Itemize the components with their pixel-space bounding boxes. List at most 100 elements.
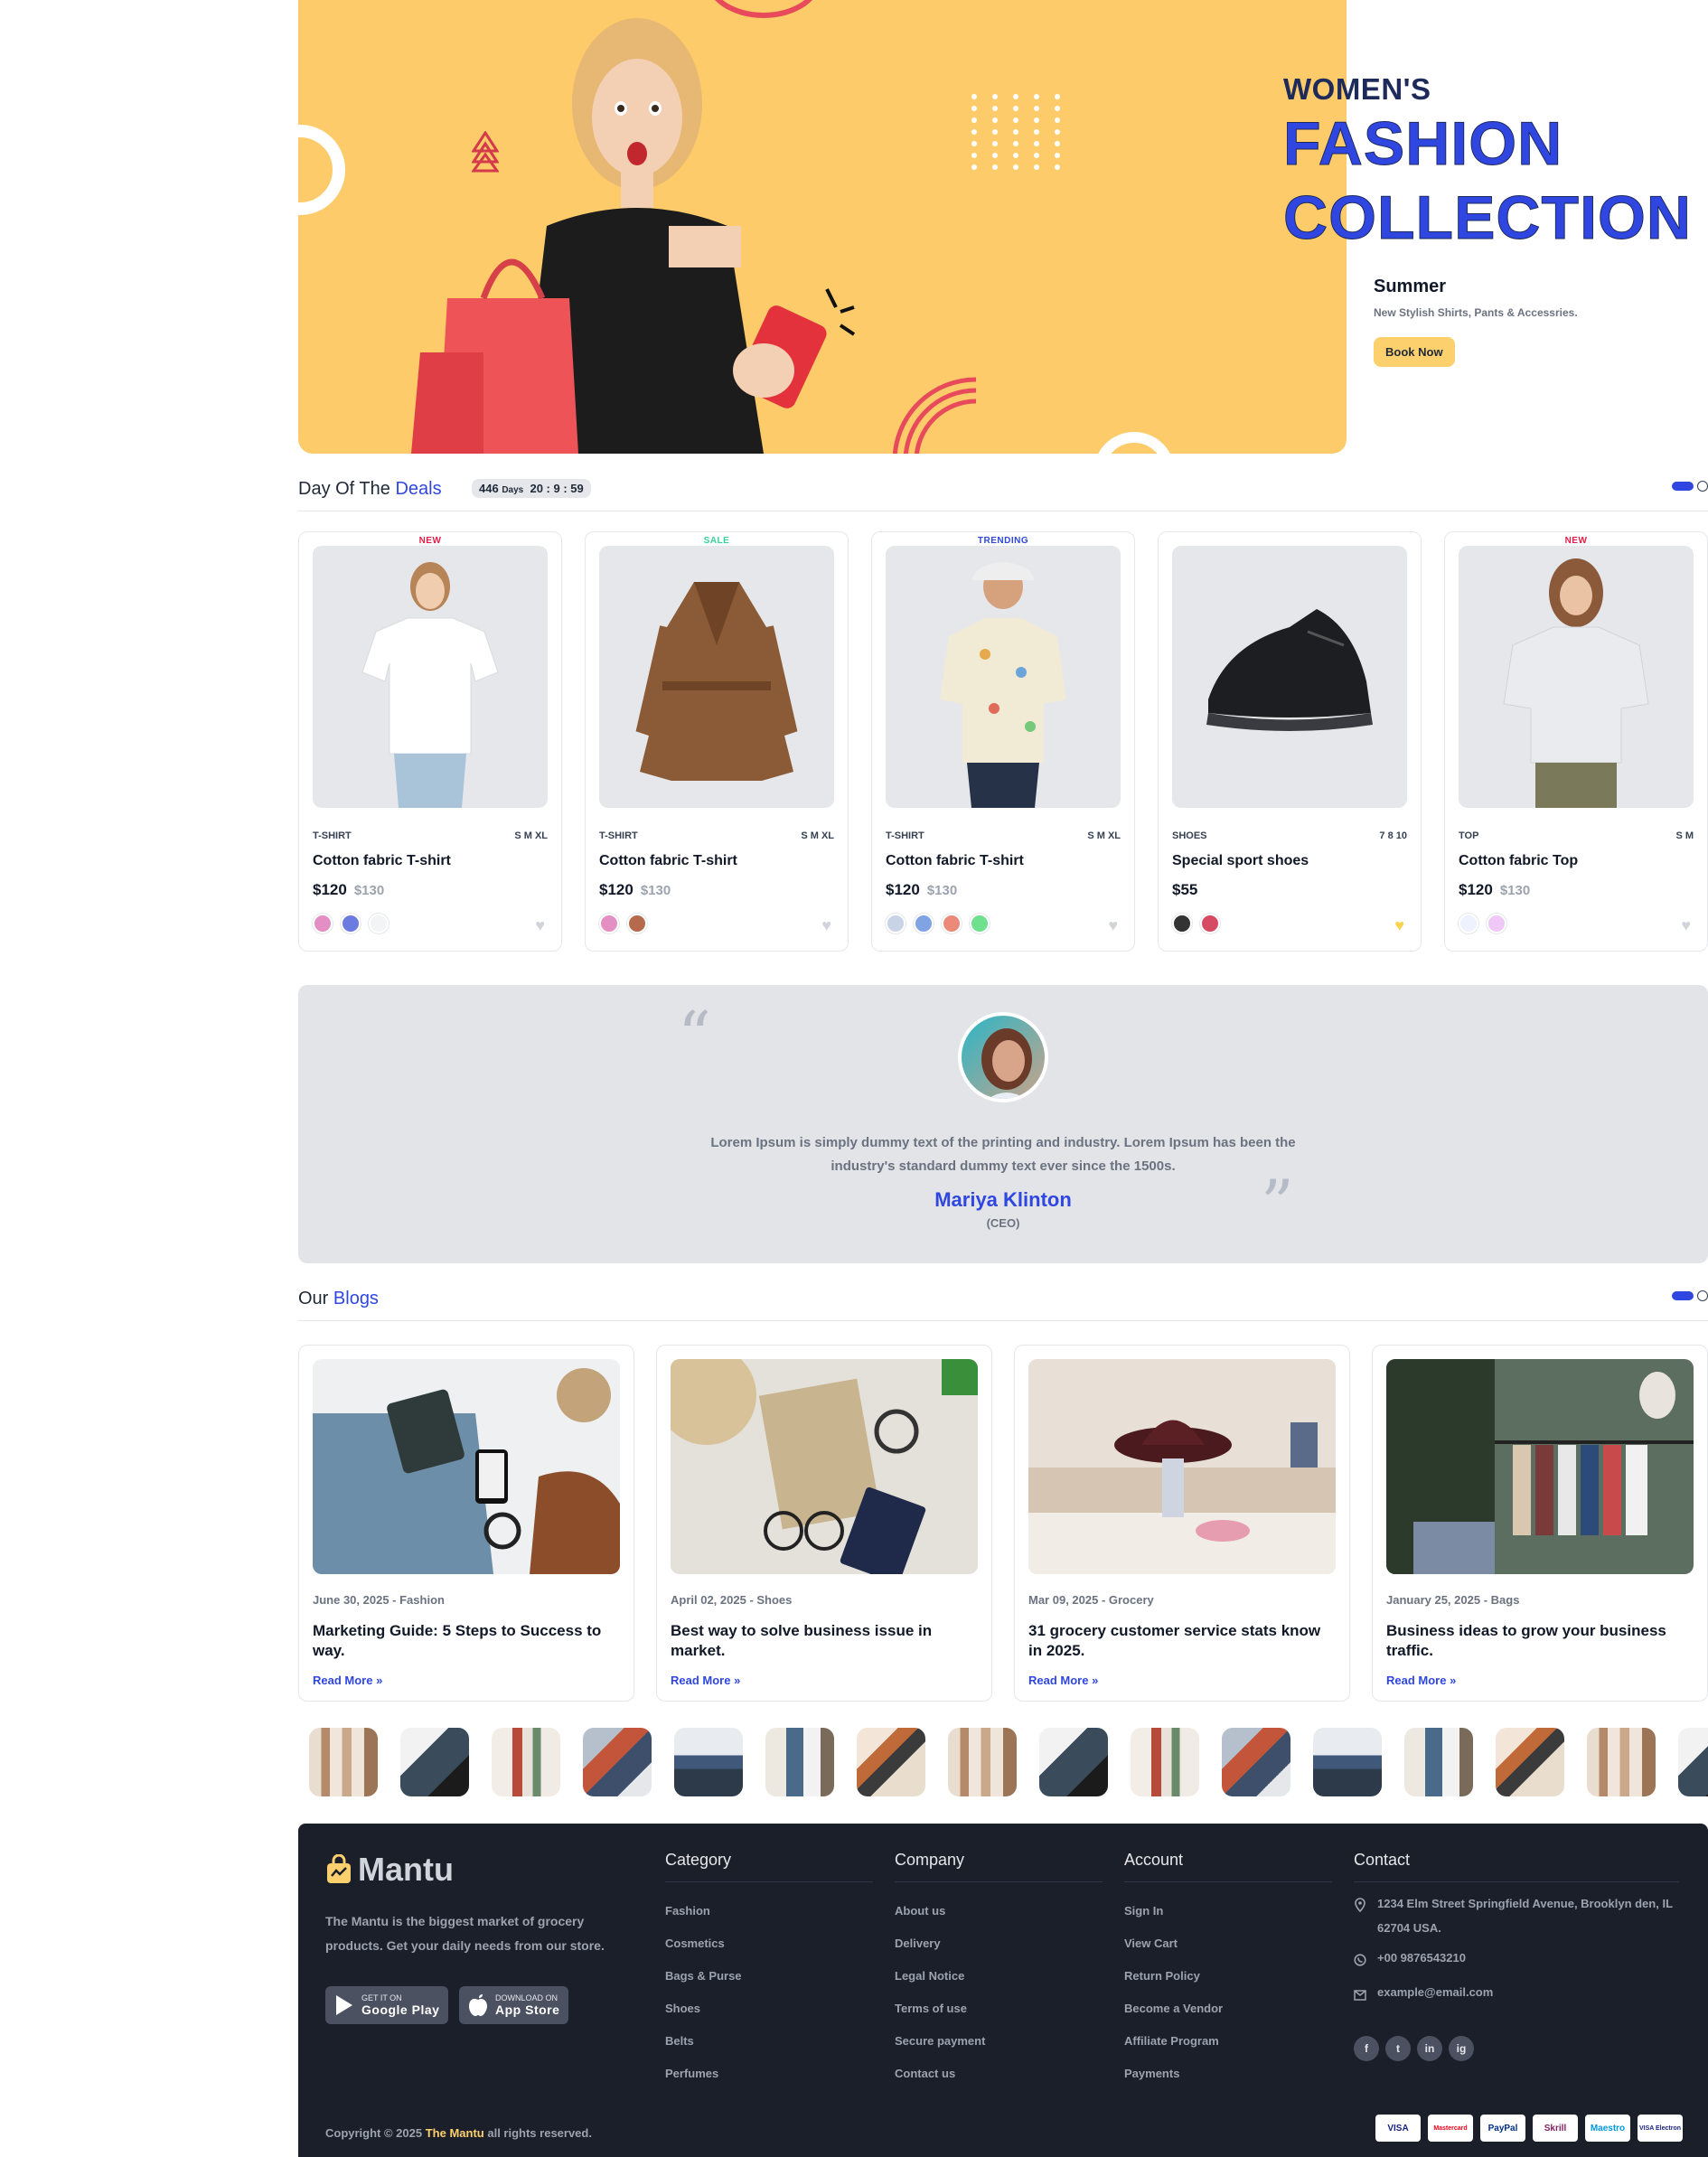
product-card[interactable]: SHOES 7 8 10 Special sport shoes $55 ♥ — [1158, 531, 1422, 952]
color-swatch[interactable] — [1487, 914, 1506, 933]
gallery-thumbnail[interactable] — [1496, 1728, 1564, 1796]
gallery-thumbnail[interactable] — [1222, 1728, 1290, 1796]
product-image[interactable] — [886, 546, 1121, 808]
gallery-thumbnail[interactable] — [857, 1728, 925, 1796]
footer-link[interactable]: Sign In — [1124, 1895, 1332, 1927]
app-store-button[interactable]: DOWNLOAD ON App Store — [459, 1986, 569, 2024]
footer-link[interactable]: Belts — [665, 2025, 873, 2058]
google-play-button[interactable]: GET IT ON Google Play — [325, 1986, 449, 2024]
footer-link[interactable]: Perfumes — [665, 2058, 873, 2090]
product-sizes[interactable]: 7 8 10 — [1379, 830, 1407, 841]
product-image[interactable] — [313, 546, 548, 808]
heart-icon[interactable]: ♥ — [821, 916, 831, 935]
product-name[interactable]: Cotton fabric T-shirt — [599, 853, 737, 869]
heart-icon[interactable]: ♥ — [1108, 916, 1118, 935]
footer-link[interactable]: Terms of use — [895, 1993, 1103, 2025]
color-swatch[interactable] — [914, 914, 934, 933]
gallery-thumbnail[interactable] — [1313, 1728, 1382, 1796]
color-swatch[interactable] — [1172, 914, 1192, 933]
gallery-thumbnail[interactable] — [492, 1728, 560, 1796]
footer-link[interactable]: Shoes — [665, 1993, 873, 2025]
carousel-dot[interactable] — [1697, 481, 1708, 492]
blog-title[interactable]: Marketing Guide: 5 Steps to Success to w… — [313, 1621, 620, 1661]
product-name[interactable]: Cotton fabric Top — [1459, 853, 1578, 869]
carousel-dot-active[interactable] — [1672, 1291, 1694, 1300]
blog-title[interactable]: 31 grocery customer service stats know i… — [1028, 1621, 1336, 1661]
product-name[interactable]: Special sport shoes — [1172, 853, 1309, 869]
footer-link[interactable]: Secure payment — [895, 2025, 1103, 2058]
blog-image[interactable] — [1028, 1359, 1336, 1574]
gallery-thumbnail[interactable] — [1039, 1728, 1108, 1796]
footer-link[interactable]: Payments — [1124, 2058, 1332, 2090]
facebook-icon[interactable]: f — [1354, 2036, 1379, 2061]
blog-card[interactable]: April 02, 2025 - Shoes Best way to solve… — [656, 1345, 992, 1702]
product-sizes[interactable]: S M XL — [801, 830, 834, 841]
gallery-thumbnail[interactable] — [765, 1728, 834, 1796]
footer-logo[interactable]: Mantu — [325, 1851, 454, 1889]
footer-link[interactable]: Contact us — [895, 2058, 1103, 2090]
color-swatch[interactable] — [369, 914, 389, 933]
gallery-thumbnail[interactable] — [1404, 1728, 1473, 1796]
blog-card[interactable]: Mar 09, 2025 - Grocery 31 grocery custom… — [1014, 1345, 1350, 1702]
color-swatch[interactable] — [970, 914, 990, 933]
contact-email[interactable]: example@email.com — [1354, 1980, 1679, 2009]
twitter-icon[interactable]: t — [1385, 2036, 1411, 2061]
blog-card[interactable]: June 30, 2025 - Fashion Marketing Guide:… — [298, 1345, 634, 1702]
color-swatch[interactable] — [1200, 914, 1220, 933]
color-swatch[interactable] — [341, 914, 361, 933]
product-card[interactable]: TRENDING T-SHIRT S M XL Cotton fabric T-… — [871, 531, 1135, 952]
footer-link[interactable]: Become a Vendor — [1124, 1993, 1332, 2025]
footer-link[interactable]: Legal Notice — [895, 1960, 1103, 1993]
footer-link[interactable]: Cosmetics — [665, 1927, 873, 1960]
footer-link[interactable]: Return Policy — [1124, 1960, 1332, 1993]
blog-image[interactable] — [313, 1359, 620, 1574]
product-image[interactable] — [1459, 546, 1694, 808]
carousel-dot[interactable] — [1697, 1290, 1708, 1301]
linkedin-icon[interactable]: in — [1417, 2036, 1442, 2061]
product-name[interactable]: Cotton fabric T-shirt — [313, 853, 451, 869]
carousel-dot-active[interactable] — [1672, 482, 1694, 491]
gallery-thumbnail[interactable] — [948, 1728, 1017, 1796]
footer-link[interactable]: Bags & Purse — [665, 1960, 873, 1993]
gallery-thumbnail[interactable] — [309, 1728, 378, 1796]
product-card[interactable]: SALE T-SHIRT S M XL Cotton fabric T-shir… — [585, 531, 849, 952]
product-name[interactable]: Cotton fabric T-shirt — [886, 853, 1024, 869]
blog-image[interactable] — [671, 1359, 978, 1574]
color-swatch[interactable] — [627, 914, 647, 933]
product-card[interactable]: NEW T-SHIRT S M XL Cotton fabric T-shirt… — [298, 531, 562, 952]
contact-phone[interactable]: +00 9876543210 — [1354, 1946, 1679, 1974]
heart-icon[interactable]: ♥ — [1681, 916, 1691, 935]
product-sizes[interactable]: S M XL — [514, 830, 548, 841]
blog-card[interactable]: January 25, 2025 - Bags Business ideas t… — [1372, 1345, 1708, 1702]
read-more-link[interactable]: Read More » — [671, 1674, 740, 1687]
color-swatch[interactable] — [886, 914, 906, 933]
color-swatch[interactable] — [1459, 914, 1478, 933]
color-swatch[interactable] — [599, 914, 619, 933]
color-swatch[interactable] — [942, 914, 962, 933]
book-now-button[interactable]: Book Now — [1374, 337, 1455, 367]
footer-link[interactable]: Fashion — [665, 1895, 873, 1927]
read-more-link[interactable]: Read More » — [313, 1674, 382, 1687]
gallery-thumbnail[interactable] — [1587, 1728, 1656, 1796]
product-sizes[interactable]: S M XL — [1087, 830, 1121, 841]
blog-title[interactable]: Business ideas to grow your business tra… — [1386, 1621, 1694, 1661]
product-image[interactable] — [1172, 546, 1407, 808]
product-image[interactable] — [599, 546, 834, 808]
color-swatch[interactable] — [313, 914, 333, 933]
copyright-brand[interactable]: The Mantu — [426, 2126, 484, 2140]
gallery-thumbnail[interactable] — [1678, 1728, 1708, 1796]
gallery-thumbnail[interactable] — [674, 1728, 743, 1796]
footer-link[interactable]: Affiliate Program — [1124, 2025, 1332, 2058]
gallery-thumbnail[interactable] — [1131, 1728, 1199, 1796]
footer-link[interactable]: About us — [895, 1895, 1103, 1927]
heart-icon[interactable]: ♥ — [535, 916, 545, 935]
read-more-link[interactable]: Read More » — [1386, 1674, 1456, 1687]
gallery-thumbnail[interactable] — [583, 1728, 652, 1796]
blog-title[interactable]: Best way to solve business issue in mark… — [671, 1621, 978, 1661]
blog-image[interactable] — [1386, 1359, 1694, 1574]
heart-icon[interactable]: ♥ — [1394, 916, 1404, 935]
product-card[interactable]: NEW TOP S M Cotton fabric Top $120 $130 ♥ — [1444, 531, 1708, 952]
read-more-link[interactable]: Read More » — [1028, 1674, 1098, 1687]
footer-link[interactable]: Delivery — [895, 1927, 1103, 1960]
gallery-thumbnail[interactable] — [400, 1728, 469, 1796]
